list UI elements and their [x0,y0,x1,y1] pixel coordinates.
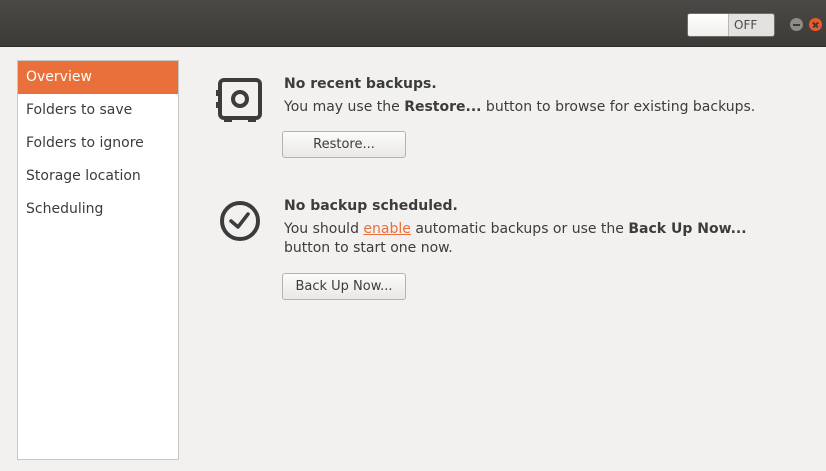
minimize-icon[interactable] [790,18,803,31]
sidebar-item-folders-to-save[interactable]: Folders to save [18,94,178,127]
enable-link[interactable]: enable [363,221,410,237]
sidebar-item-folders-to-ignore[interactable]: Folders to ignore [18,127,178,160]
schedule-status-title: No backup scheduled. [284,198,458,214]
backups-status-description: You may use the Restore... button to bro… [284,99,756,115]
safe-icon [216,78,262,122]
back-up-now-button[interactable]: Back Up Now... [282,273,406,300]
switch-knob[interactable] [688,14,729,36]
recent-backups-section: No recent backups. You may use the Resto… [215,76,795,166]
backup-toggle-switch[interactable]: OFF [687,13,775,37]
close-icon[interactable] [809,18,822,31]
sidebar-item-storage-location[interactable]: Storage location [18,160,178,193]
sidebar-item-scheduling[interactable]: Scheduling [18,193,178,226]
restore-button[interactable]: Restore... [282,131,406,158]
sidebar-item-overview[interactable]: Overview [18,61,178,94]
sidebar: Overview Folders to save Folders to igno… [17,60,179,460]
clock-icon [220,201,260,241]
schedule-section: No backup scheduled. You should enable a… [215,198,795,308]
schedule-status-description: You should enable automatic backups or u… [284,221,747,256]
backups-status-title: No recent backups. [284,76,437,92]
title-bar: OFF [0,0,826,47]
switch-state-label: OFF [734,18,758,32]
